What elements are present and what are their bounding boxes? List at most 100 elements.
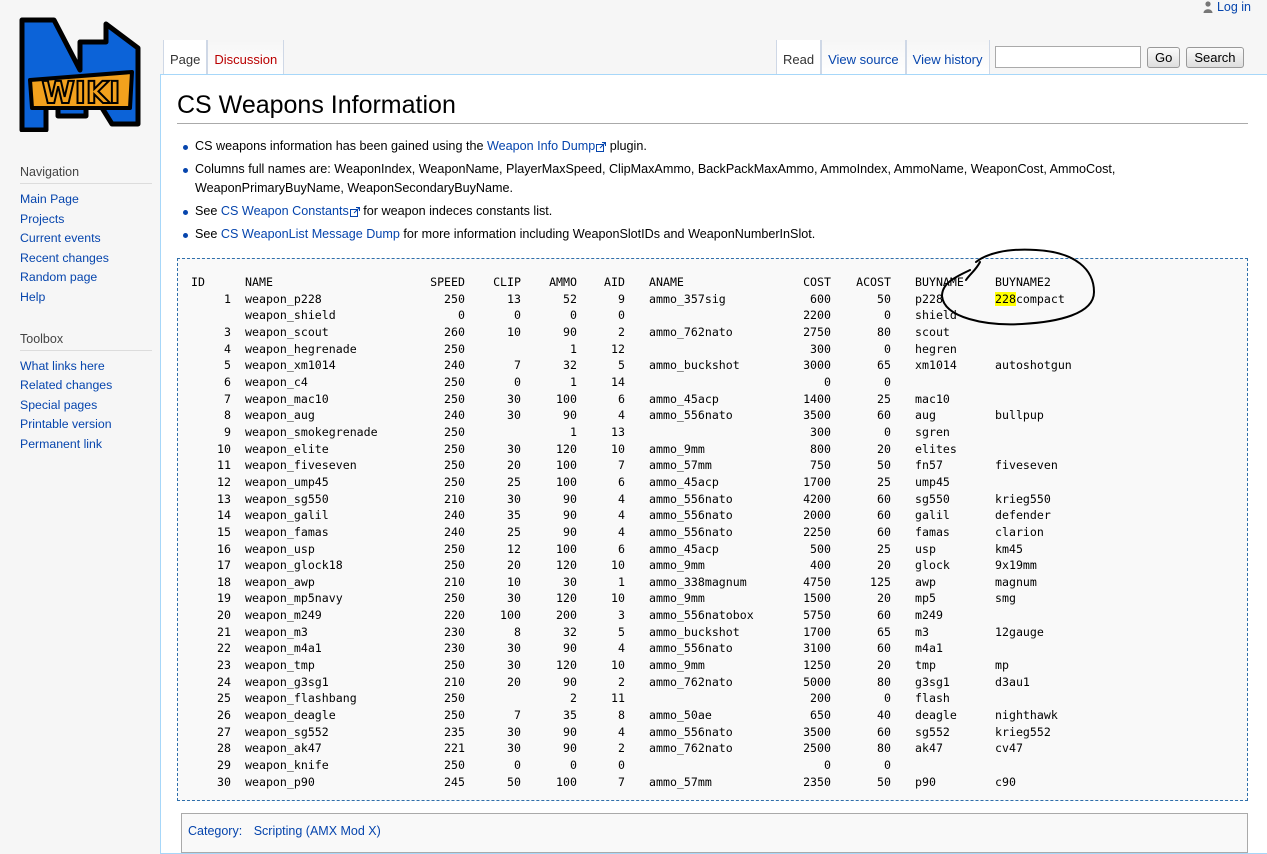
cell-cost: 2000: [803, 508, 831, 523]
cell-clip: 30: [507, 591, 521, 606]
nav-random-page[interactable]: Random page: [20, 270, 97, 284]
cell-buyname: ak47: [915, 741, 943, 756]
cell-buyname: deagle: [915, 708, 957, 723]
cell-name: weapon_flashbang: [245, 691, 357, 706]
table-row: 28 weapon_ak47 221 30 90 2 ammo_762nato 2500 80 a…: [191, 740, 1115, 757]
cell-buyname2: krieg552: [995, 724, 1051, 739]
table-row: 14 weapon_galil 240 35 90 4 ammo_556nato 2000 60…: [191, 507, 1115, 524]
cell-cost: 200: [810, 691, 831, 706]
cell-ammo: 100: [556, 541, 577, 556]
cell-clip: 8: [514, 624, 521, 639]
site-logo[interactable]: WIKI: [14, 12, 146, 133]
tab-page[interactable]: Page: [163, 40, 208, 74]
weapon-info-dump-link[interactable]: Weapon Info Dump: [487, 139, 595, 153]
nav-help[interactable]: Help: [20, 290, 45, 304]
cell-ammo: 32: [563, 358, 577, 373]
cell-name: weapon_shield: [245, 308, 336, 323]
bullet-text: for more information including WeaponSlo…: [399, 227, 816, 241]
cell-buyname: [891, 374, 995, 391]
tab-read[interactable]: Read: [776, 40, 822, 74]
header-aname: ANAME: [649, 275, 684, 289]
cell-clip: 30: [507, 658, 521, 673]
cell-cost: 1250: [803, 658, 831, 673]
cell-ammo: 120: [556, 658, 577, 673]
cell-ammo: 52: [563, 291, 577, 306]
cell-buyname2: [995, 690, 1115, 707]
cell-id: 10: [217, 441, 231, 456]
cell-aname: ammo_556nato: [649, 524, 733, 539]
cell-acost: 0: [884, 374, 891, 389]
cell-cost: 1700: [803, 624, 831, 639]
cell-clip: 25: [507, 474, 521, 489]
tool-special-pages[interactable]: Special pages: [20, 398, 97, 412]
cell-cost: 2750: [803, 324, 831, 339]
svg-text:WIKI: WIKI: [42, 76, 121, 111]
cell-cost: 2350: [803, 774, 831, 789]
cell-acost: 50: [877, 458, 891, 473]
cell-id: 9: [224, 424, 231, 439]
cell-speed: 210: [444, 574, 465, 589]
go-button[interactable]: Go: [1147, 46, 1181, 68]
category-scripting-link[interactable]: Scripting (AMX Mod X): [254, 824, 381, 838]
cell-ammo: 90: [563, 491, 577, 506]
cell-aname: ammo_buckshot: [649, 624, 740, 639]
header-aid: AID: [604, 275, 625, 289]
tool-permanent-link[interactable]: Permanent link: [20, 437, 102, 451]
cell-aname: ammo_762nato: [649, 674, 733, 689]
cell-buyname: [891, 757, 995, 774]
cell-id: 1: [224, 291, 231, 306]
nav-projects[interactable]: Projects: [20, 212, 64, 226]
cell-acost: 65: [877, 358, 891, 373]
external-link-icon: [596, 141, 607, 152]
cs-weapon-constants-link[interactable]: CS Weapon Constants: [221, 204, 349, 218]
tab-view-source[interactable]: View source: [821, 40, 906, 74]
tab-view-history[interactable]: View history: [905, 40, 990, 74]
cell-cost: 500: [810, 541, 831, 556]
cell-clip: 30: [507, 391, 521, 406]
cell-aid: 14: [611, 374, 625, 389]
cell-aname: ammo_9mm: [649, 658, 705, 673]
cell-speed: 250: [444, 691, 465, 706]
page-tabs: Page Discussion Read View source View hi…: [161, 36, 1267, 74]
search-button[interactable]: Search: [1186, 46, 1244, 68]
cell-id: 23: [217, 658, 231, 673]
tool-what-links-here[interactable]: What links here: [20, 359, 105, 373]
tool-related-changes[interactable]: Related changes: [20, 378, 112, 392]
table-row: 21 weapon_m3 230 8 32 5 ammo_buckshot 1700 65 m3 1…: [191, 624, 1115, 641]
tab-discussion[interactable]: Discussion: [207, 40, 285, 74]
cell-id: 19: [217, 591, 231, 606]
nav-current-events[interactable]: Current events: [20, 231, 101, 245]
login-link[interactable]: Log in: [1217, 0, 1251, 14]
cell-cost: 3100: [803, 641, 831, 656]
cell-cost: 2500: [803, 741, 831, 756]
nav-recent-changes[interactable]: Recent changes: [20, 251, 109, 265]
cs-weaponlist-dump-link[interactable]: CS WeaponList Message Dump: [221, 227, 400, 241]
namespace-tabs: Page Discussion: [163, 40, 285, 74]
cell-ammo: 35: [563, 708, 577, 723]
cell-id: 26: [217, 708, 231, 723]
cell-id: 8: [224, 408, 231, 423]
cell-buyname2: d3au1: [995, 674, 1030, 689]
cell-clip: 10: [507, 574, 521, 589]
cell-buyname2: fiveseven: [995, 458, 1058, 473]
cell-aname: ammo_762nato: [649, 741, 733, 756]
cell-aid: 4: [618, 408, 625, 423]
table-row: 16 weapon_usp 250 12 100 6 ammo_45acp 500 25 usp k…: [191, 541, 1115, 558]
navigation-portal: Navigation Main Page Projects Current ev…: [0, 165, 160, 308]
cell-acost: 80: [877, 324, 891, 339]
cell-buyname2: cv47: [995, 741, 1023, 756]
search-input[interactable]: [995, 46, 1141, 68]
table-row: 13 weapon_sg550 210 30 90 4 ammo_556nato 4200 60…: [191, 491, 1115, 508]
cell-buyname: usp: [915, 541, 936, 556]
table-row: 17 weapon_glock18 250 20 120 10 ammo_9mm 400 20 g…: [191, 557, 1115, 574]
external-link-icon: [349, 206, 360, 217]
cell-acost: 80: [877, 674, 891, 689]
cell-speed: 240: [444, 358, 465, 373]
cell-name: weapon_galil: [245, 508, 329, 523]
header-ammo: AMMO: [549, 275, 577, 289]
cell-cost: 3500: [803, 724, 831, 739]
cell-clip: 30: [507, 441, 521, 456]
category-label-link[interactable]: Category:: [188, 824, 242, 838]
nav-main-page[interactable]: Main Page: [20, 192, 79, 206]
tool-printable-version[interactable]: Printable version: [20, 417, 112, 431]
